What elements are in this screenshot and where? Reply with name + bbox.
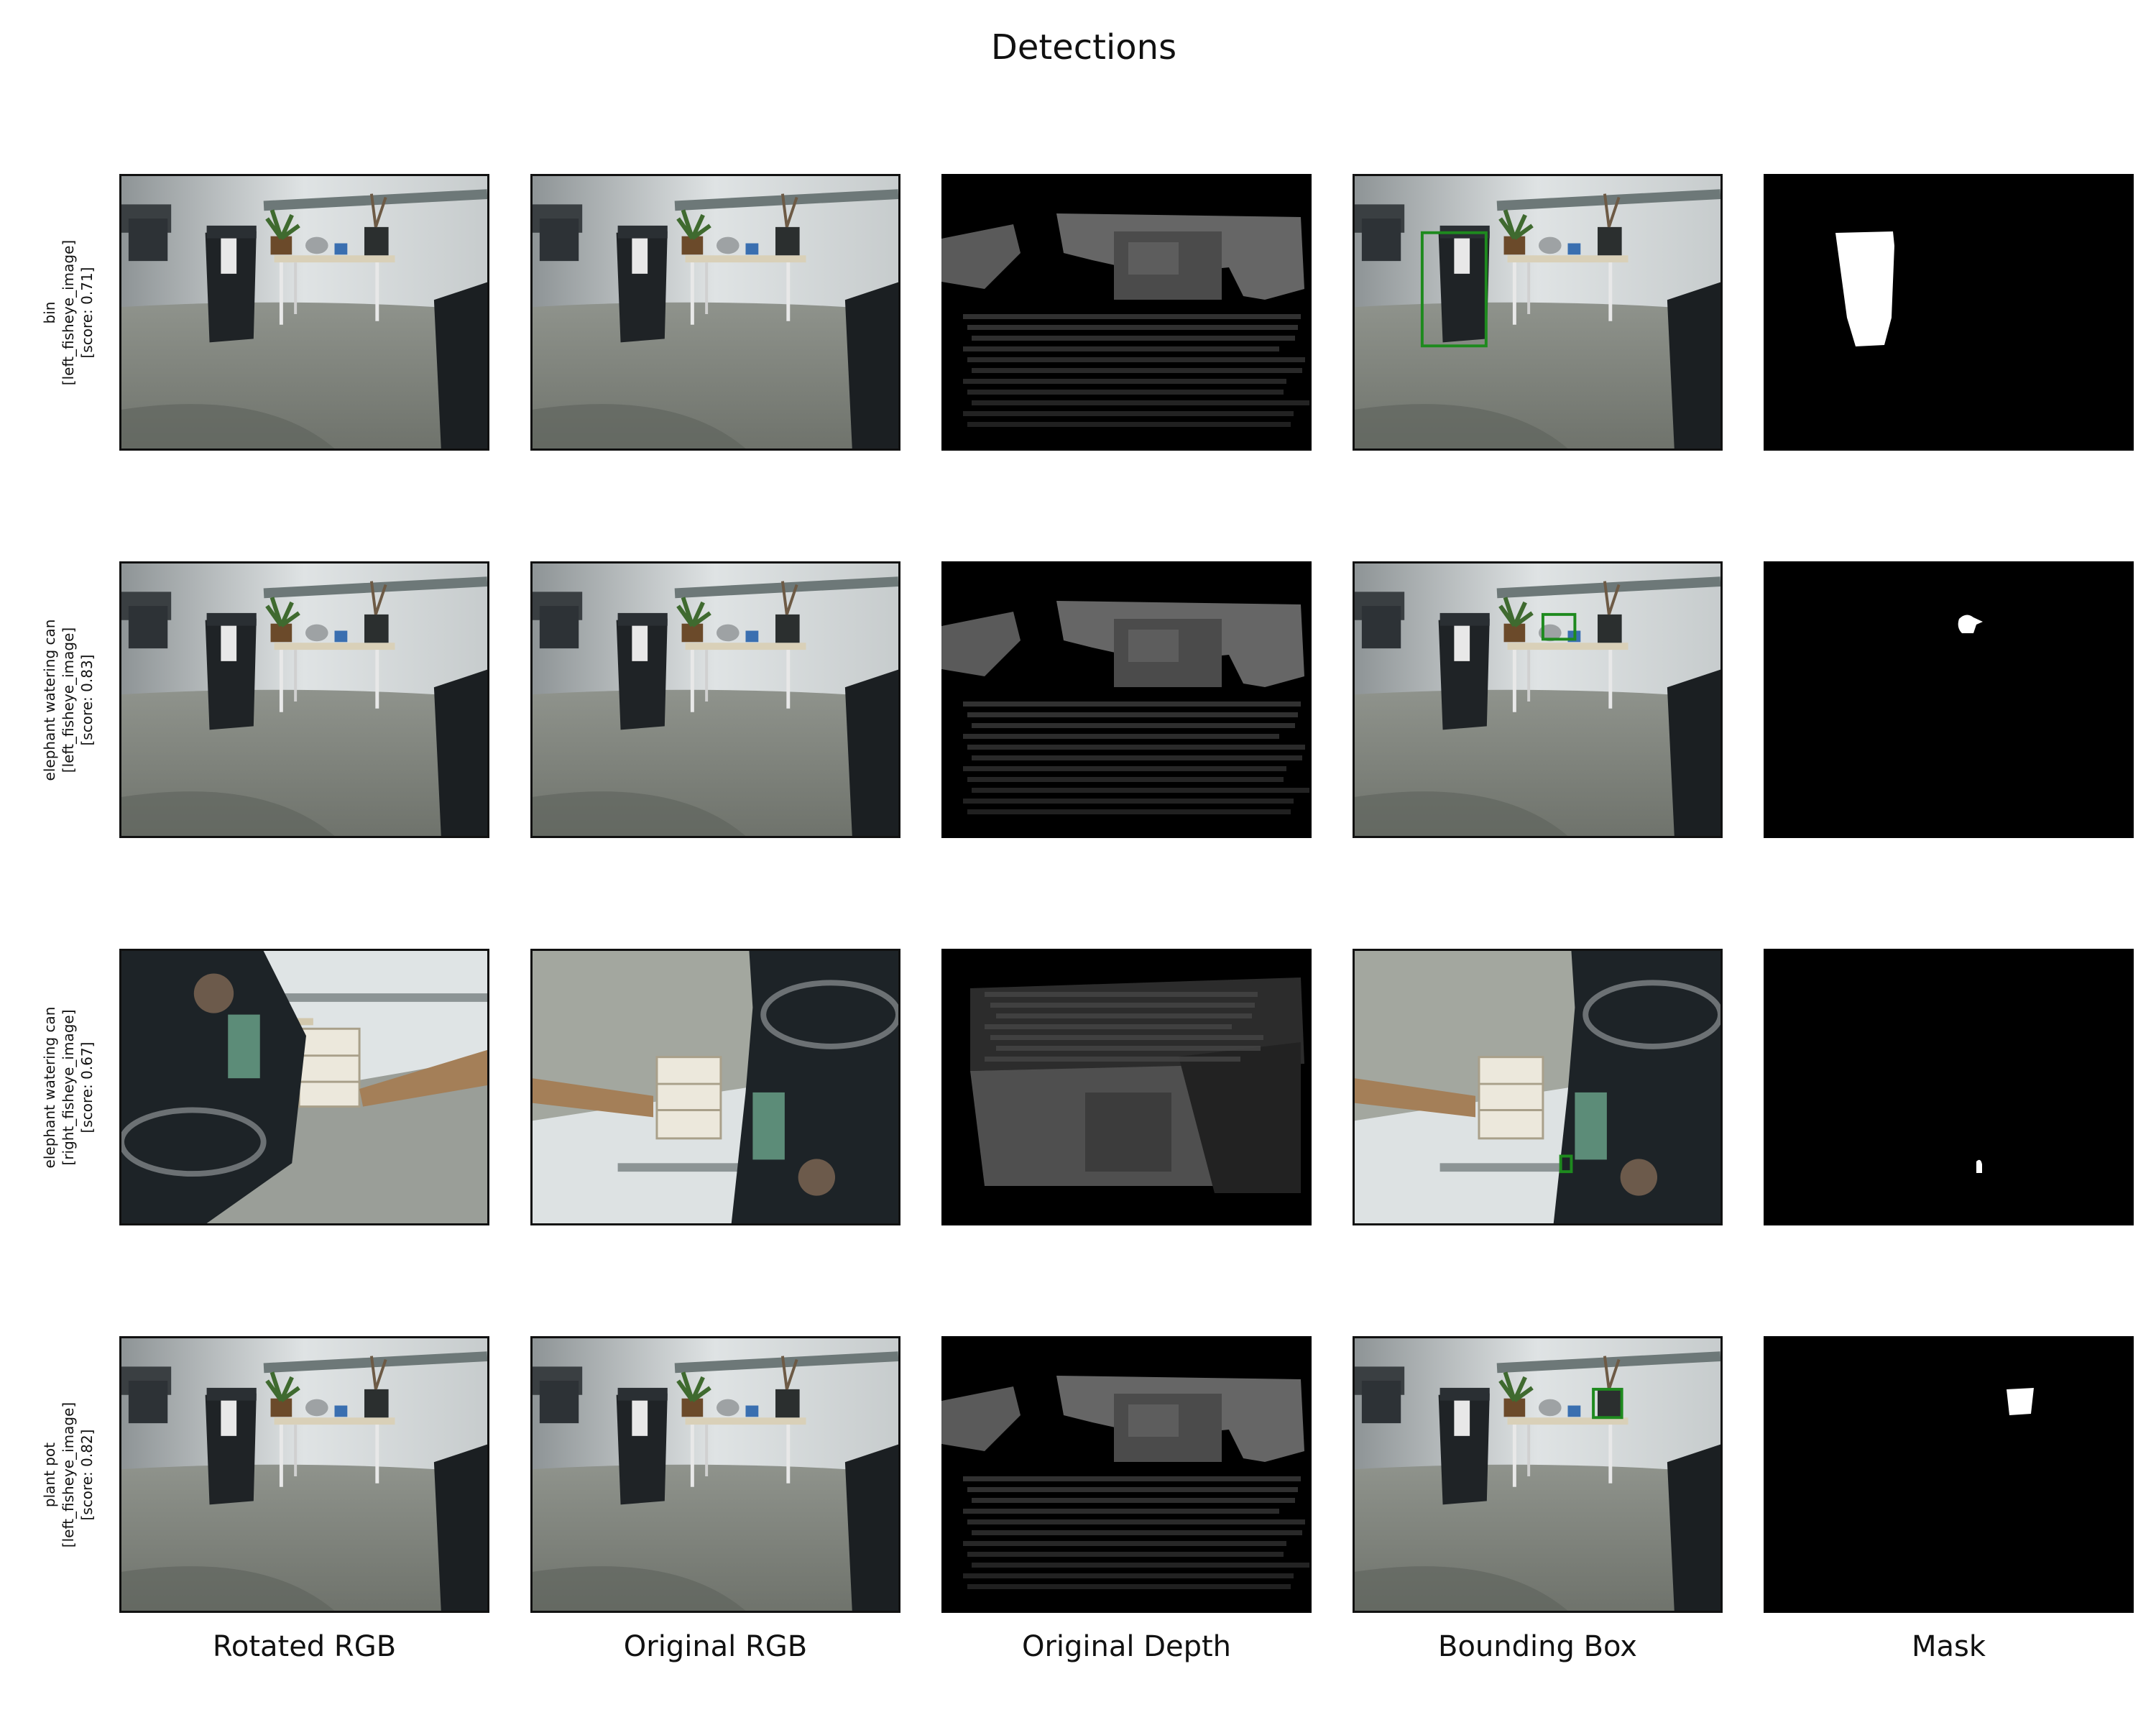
row-label-camera: [left_fisheye_image]: [60, 1402, 77, 1547]
column-label: Rotated RGB: [212, 1630, 397, 1663]
bounding-box-image: [1353, 949, 1723, 1225]
original-rgb-image: [530, 174, 900, 451]
rotated-rgb-image: [119, 561, 489, 838]
original-rgb-image: [530, 561, 900, 838]
original-rgb-image: [530, 1336, 900, 1613]
row-label-score: [score: 0.83]: [78, 654, 96, 745]
rotated-rgb-image: [119, 174, 489, 451]
original-depth-image: [941, 174, 1312, 451]
column-label: Mask: [1911, 1630, 1986, 1663]
row-label-label: elephant watering can: [41, 619, 58, 781]
mask-image: [1764, 174, 2134, 451]
original-depth-image: [941, 1336, 1312, 1613]
row-label-camera: [right_fisheye_image]: [60, 1008, 77, 1166]
column-label: Original Depth: [1021, 1630, 1232, 1663]
mask-image: [1764, 949, 2134, 1225]
bounding-box-image: [1353, 174, 1723, 451]
row-label-label: bin: [41, 301, 58, 323]
row-label: elephant watering can [right_fisheye_imag…: [29, 908, 107, 1267]
mask-image: [1764, 561, 2134, 838]
original-rgb-image: [530, 949, 900, 1225]
bounding-box-image: [1353, 561, 1723, 838]
mask-image: [1764, 1336, 2134, 1613]
column-label: Bounding Box: [1438, 1630, 1637, 1663]
rotated-rgb-image: [119, 1336, 489, 1613]
row-label-camera: [left_fisheye_image]: [60, 239, 77, 385]
rotated-rgb-image: [119, 949, 489, 1225]
row-label-label: plant pot: [41, 1442, 58, 1507]
row-label-score: [score: 0.82]: [78, 1429, 96, 1520]
row-label-score: [score: 0.67]: [78, 1041, 96, 1133]
figure-title: Detections: [990, 27, 1177, 68]
row-label-label: elephant watering can: [41, 1006, 58, 1168]
original-depth-image: [941, 949, 1312, 1225]
row-label: elephant watering can [left_fisheye_image…: [29, 520, 107, 880]
bounding-box-image: [1353, 1336, 1723, 1613]
row-label: bin [left_fisheye_image] [score: 0.71]: [29, 133, 107, 492]
row-label-camera: [left_fisheye_image]: [60, 627, 77, 773]
original-depth-image: [941, 561, 1312, 838]
row-label: plant pot [left_fisheye_image] [score: 0.8…: [29, 1295, 107, 1655]
row-label-score: [score: 0.71]: [78, 267, 96, 358]
column-label: Original RGB: [623, 1630, 808, 1663]
